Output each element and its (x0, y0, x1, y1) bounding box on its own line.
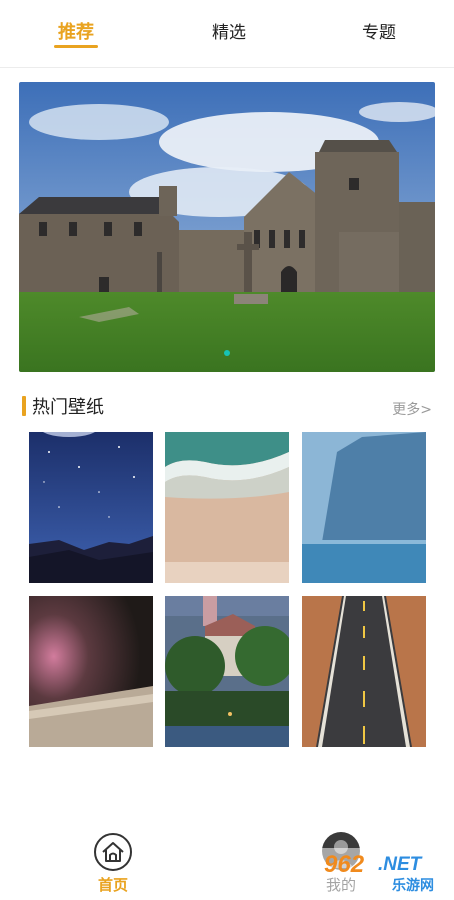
section-title: 热门壁纸 (32, 397, 104, 418)
svg-text:.NET: .NET (378, 854, 423, 875)
wallpaper-thumbnail[interactable] (302, 596, 426, 747)
banner-carousel[interactable] (19, 82, 435, 372)
tab-featured[interactable]: 精选 (189, 18, 269, 43)
nav-home-label[interactable]: 首页 (94, 874, 132, 895)
wallpaper-thumbnail[interactable] (29, 596, 153, 747)
site-watermark: 962 .NET 乐游网 (316, 848, 448, 894)
active-tab-underline (54, 45, 98, 48)
wallpaper-thumbnail[interactable] (165, 596, 289, 747)
top-tab-bar: 推荐 精选 专题 (0, 0, 454, 68)
svg-text:962: 962 (324, 851, 365, 878)
more-link[interactable]: 更多> (392, 399, 432, 419)
wallpaper-thumbnail[interactable] (165, 432, 289, 583)
section-accent-bar (22, 396, 26, 416)
svg-text:乐游网: 乐游网 (392, 877, 434, 894)
home-icon[interactable] (94, 833, 132, 871)
tab-recommend[interactable]: 推荐 (36, 18, 116, 44)
carousel-indicator (19, 341, 435, 360)
carousel-dot-active[interactable] (224, 350, 230, 356)
tab-topics[interactable]: 专题 (339, 18, 419, 43)
wallpaper-thumbnail[interactable] (29, 432, 153, 583)
banner-image (19, 82, 435, 372)
wallpaper-thumbnail[interactable] (302, 432, 426, 583)
